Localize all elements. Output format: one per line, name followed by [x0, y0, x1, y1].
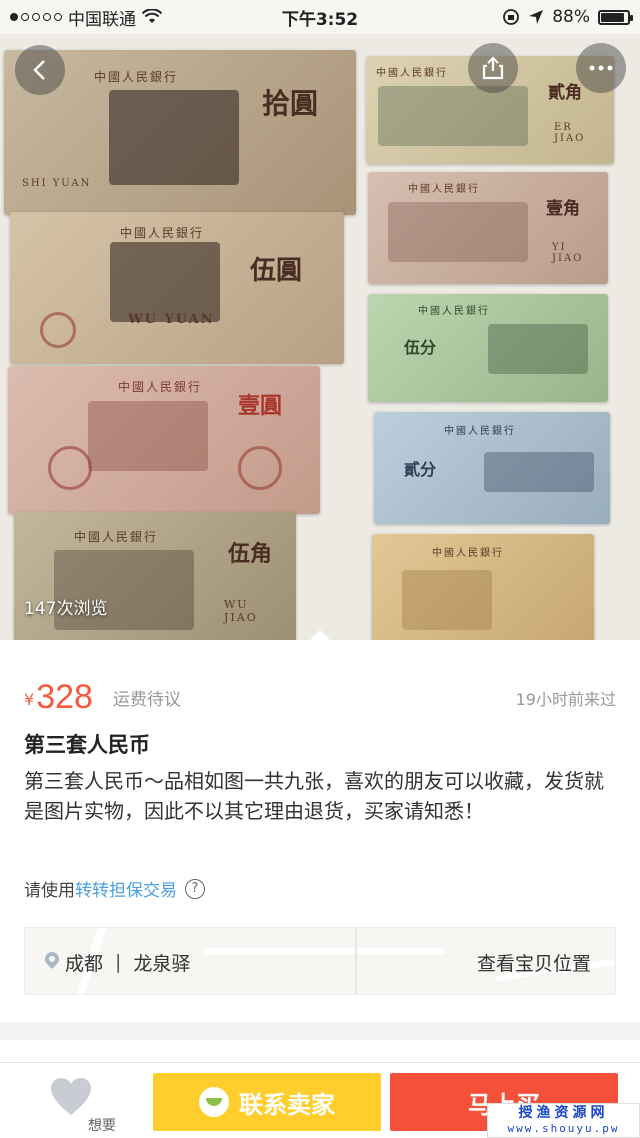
- location-arrow-icon: [529, 10, 544, 24]
- map-road: [205, 948, 445, 954]
- view-count: 147次浏览: [24, 599, 108, 619]
- battery-icon: [598, 9, 633, 25]
- banknote-figures: [388, 202, 528, 262]
- help-icon[interactable]: ?: [185, 878, 205, 899]
- status-time: 下午3:52: [281, 9, 359, 30]
- heart-icon: [51, 1078, 91, 1115]
- chat-icon: [199, 1087, 229, 1117]
- status-bar: 中国联通 下午3:52 88%: [0, 0, 640, 34]
- more-icon: [589, 65, 613, 71]
- banknote-bank-name: 中國人民銀行: [418, 306, 490, 317]
- banknote-figures: [402, 570, 492, 630]
- banknote-bank-name: 中國人民銀行: [94, 70, 179, 84]
- banknote-figures: [484, 452, 594, 492]
- location-bar[interactable]: 成都 | 龙泉驿 查看宝贝位置: [24, 927, 616, 995]
- listing-title: 第三套人民币: [24, 733, 150, 757]
- currency-symbol: ¥: [24, 690, 35, 709]
- banknote-denomination: 伍分: [404, 338, 437, 357]
- banknote-denomination: 貳角: [548, 83, 582, 103]
- guarantee-link[interactable]: 转转担保交易: [75, 876, 177, 901]
- map-divider: [355, 928, 357, 994]
- location-district: 龙泉驿: [133, 952, 191, 975]
- banknote-seal: [40, 312, 76, 348]
- back-button[interactable]: [15, 45, 65, 95]
- banknote-pinyin: ER JIAO: [554, 122, 586, 144]
- banknote-denomination: 貳分: [404, 460, 437, 479]
- carrier-name: 中国联通: [68, 9, 136, 30]
- banknote-pinyin: WU JIAO: [224, 598, 258, 624]
- banknote-bank-name: 中國人民銀行: [120, 226, 205, 240]
- banknote-bank-name: 中國人民銀行: [118, 380, 203, 394]
- banknote-bank-name: 中國人民銀行: [376, 68, 448, 79]
- chevron-left-icon: [33, 60, 45, 80]
- want-label: 想要: [88, 1118, 116, 1134]
- listing-description: 第三套人民币～品相如图一共九张，喜欢的朋友可以收藏，发货就是图片实物，因此不以其…: [24, 769, 604, 823]
- banknote-figures: [109, 90, 239, 185]
- banknote-5-jiao: 中國人民銀行 伍角 WU JIAO: [14, 512, 296, 640]
- battery-percent: 88%: [552, 7, 590, 27]
- banknote-figures: [110, 242, 220, 322]
- banknote-bank-name: 中國人民銀行: [74, 530, 159, 544]
- banknote-pinyin: SHI YUAN: [22, 178, 92, 189]
- guarantee-prefix: 请使用: [24, 881, 75, 901]
- banknote-pinyin: YI JIAO: [552, 242, 584, 264]
- banknote-5-yuan: 中國人民銀行 伍圓 WU YUAN: [10, 212, 344, 364]
- share-icon: [482, 56, 504, 80]
- signal-icon: [10, 13, 62, 21]
- section-divider: [0, 1040, 640, 1062]
- photo-pointer: [309, 630, 331, 641]
- banknote-denomination: 壹圓: [238, 393, 283, 419]
- share-button[interactable]: [468, 43, 518, 93]
- location-info: 成都 | 龙泉驿: [45, 928, 191, 994]
- banknote-bank-name: 中國人民銀行: [408, 184, 480, 195]
- banknote-seal: [48, 446, 92, 490]
- banknote-figures: [488, 324, 588, 374]
- banknote-denomination: 壹角: [546, 199, 580, 219]
- location-city: 成都: [65, 952, 104, 975]
- banknote-pinyin: WU YUAN: [128, 312, 215, 327]
- view-location-link[interactable]: 查看宝贝位置: [477, 928, 591, 994]
- banknote-1-yuan: 中國人民銀行 壹圓: [8, 366, 320, 514]
- wifi-icon: [142, 9, 162, 23]
- more-button[interactable]: [576, 43, 626, 93]
- rotation-lock-icon: [503, 9, 520, 25]
- banknote-figures: [378, 86, 528, 146]
- banknote-figures: [88, 401, 208, 471]
- want-button[interactable]: 想要: [44, 1071, 124, 1135]
- banknote-denomination: 拾圓: [262, 87, 319, 120]
- banknote-5-fen: 中國人民銀行 伍分: [368, 294, 608, 402]
- banknote-bank-name: 中國人民銀行: [444, 426, 516, 437]
- price: 328: [36, 678, 93, 716]
- watermark-url: www.shouyu.pw: [507, 1122, 620, 1135]
- last-seen: 19小时前来过: [515, 690, 616, 709]
- banknote-1-jiao: 中國人民銀行 壹角 YI JIAO: [368, 172, 608, 284]
- guarantee-row: 请使用 转转担保交易 ?: [24, 876, 205, 901]
- site-watermark: 授渔资源网 www.shouyu.pw: [487, 1103, 640, 1138]
- watermark-name: 授渔资源网: [518, 1105, 609, 1121]
- product-photo[interactable]: 中國人民銀行 拾圓 SHI YUAN 中國人民銀行 伍圓 WU YUAN 中國人…: [0, 0, 640, 640]
- location-pin-icon: [45, 952, 59, 972]
- banknote-seal: [238, 446, 282, 490]
- listing-detail: ¥ 328 运费待议 19小时前来过 第三套人民币 第三套人民币～品相如图一共九…: [0, 640, 640, 1022]
- banknote-2-fen: 中國人民銀行 貳分: [374, 412, 610, 524]
- banknote-denomination: 伍角: [228, 541, 273, 567]
- contact-seller-button[interactable]: 联系卖家: [153, 1073, 381, 1131]
- banknote-bank-name: 中國人民銀行: [432, 548, 504, 559]
- location-separator: |: [115, 951, 122, 973]
- contact-seller-label: 联系卖家: [239, 1090, 335, 1119]
- banknote-1-fen: 中國人民銀行: [372, 534, 594, 640]
- banknote-denomination: 伍圓: [250, 256, 303, 286]
- price-row: ¥ 328 运费待议 19小时前来过: [24, 676, 616, 716]
- shipping-note: 运费待议: [112, 690, 181, 710]
